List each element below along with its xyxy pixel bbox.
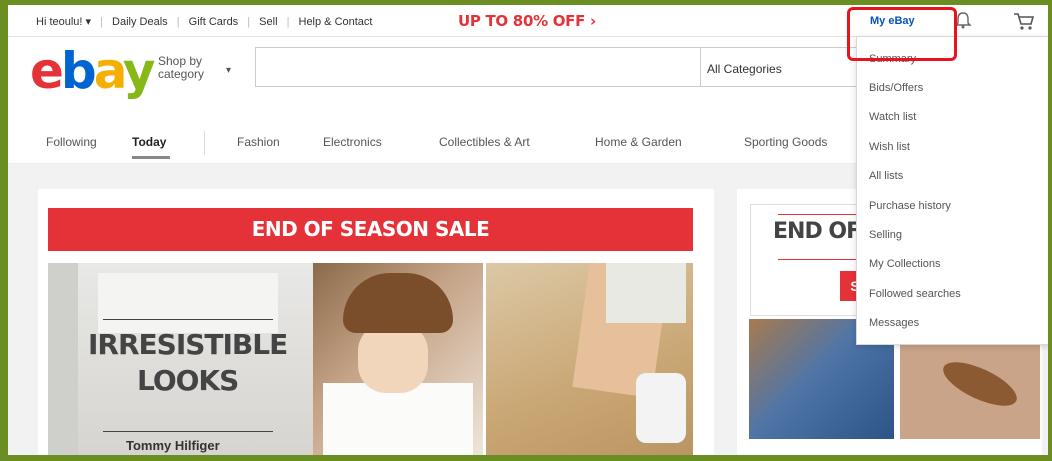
menu-item-messages[interactable]: Messages [869, 317, 919, 329]
logo-e: e [30, 42, 64, 100]
side-sale-title: END OF [773, 219, 861, 244]
porch-window [98, 273, 278, 333]
top-links: Hi teoulu! ▾ | Daily Deals | Gift Cards … [36, 15, 378, 28]
nav-item-electronics[interactable]: Electronics [323, 135, 382, 149]
menu-item-wish-list[interactable]: Wish list [869, 141, 910, 153]
my-ebay-dropdown: Summary Bids/Offers Watch list Wish list… [856, 36, 1048, 345]
gift-cards-link[interactable]: Gift Cards [189, 16, 239, 28]
nav-item-following[interactable]: Following [46, 135, 97, 149]
porch-post [48, 263, 78, 455]
logo-b: b [60, 42, 97, 100]
nav-item-home-garden[interactable]: Home & Garden [595, 135, 682, 149]
highlight-box [847, 7, 957, 61]
separator: | [286, 16, 290, 28]
promo-link[interactable]: UP TO 80% OFF › [458, 12, 596, 30]
logo-a: a [93, 42, 126, 100]
menu-item-selling[interactable]: Selling [869, 229, 902, 241]
nav-item-today[interactable]: Today [132, 135, 166, 149]
daily-deals-link[interactable]: Daily Deals [112, 16, 168, 28]
side-title-rule [778, 214, 868, 215]
model-face [358, 323, 428, 393]
headline-line-1: IRRESISTIBLE [88, 328, 288, 361]
menu-item-bids-offers[interactable]: Bids/Offers [869, 82, 923, 94]
separator: | [176, 16, 180, 28]
chevron-down-icon[interactable]: ▾ [226, 65, 231, 76]
model-hat [343, 273, 453, 333]
cart-icon[interactable] [1013, 11, 1035, 31]
model-shorts [606, 263, 686, 323]
greeting-link[interactable]: Hi teoulu! ▾ [36, 16, 91, 28]
promo-image-beach[interactable] [486, 263, 693, 455]
model-shirt [323, 383, 473, 455]
headline-rule [103, 431, 273, 432]
side-title-rule [778, 259, 868, 260]
nav-divider [204, 131, 205, 155]
nav-item-sporting-goods[interactable]: Sporting Goods [744, 135, 827, 149]
menu-item-all-lists[interactable]: All lists [869, 170, 903, 182]
sandal-shape [937, 353, 1023, 415]
shop-by-category-button[interactable]: Shop by category [158, 55, 204, 81]
category-label: category [158, 67, 205, 81]
menu-item-watch-list[interactable]: Watch list [869, 111, 916, 123]
nav-item-fashion[interactable]: Fashion [237, 135, 280, 149]
model-shoe [636, 373, 686, 443]
menu-item-my-collections[interactable]: My Collections [869, 258, 941, 270]
menu-item-purchase-history[interactable]: Purchase history [869, 200, 951, 212]
category-select[interactable]: All Categories [701, 47, 861, 87]
sell-link[interactable]: Sell [259, 16, 277, 28]
help-contact-link[interactable]: Help & Contact [299, 16, 373, 28]
sale-banner[interactable]: END OF SEASON SALE [48, 208, 693, 251]
active-tab-indicator [132, 156, 170, 159]
logo-y: y [122, 42, 156, 100]
promo-headline: IRRESISTIBLE LOOKS [88, 327, 288, 399]
search-input[interactable] [255, 47, 701, 87]
menu-item-followed-searches[interactable]: Followed searches [869, 288, 961, 300]
promo-image-hat[interactable] [313, 263, 483, 455]
headline-line-2: LOOKS [136, 364, 239, 397]
nav-item-collectibles[interactable]: Collectibles & Art [439, 135, 530, 149]
separator: | [247, 16, 251, 28]
ebay-page: Hi teoulu! ▾ | Daily Deals | Gift Cards … [8, 5, 1048, 455]
headline-rule [103, 319, 273, 320]
separator: | [100, 16, 103, 28]
brand-label: Tommy Hilfiger [126, 438, 220, 453]
ebay-logo[interactable]: ebay [30, 42, 156, 100]
